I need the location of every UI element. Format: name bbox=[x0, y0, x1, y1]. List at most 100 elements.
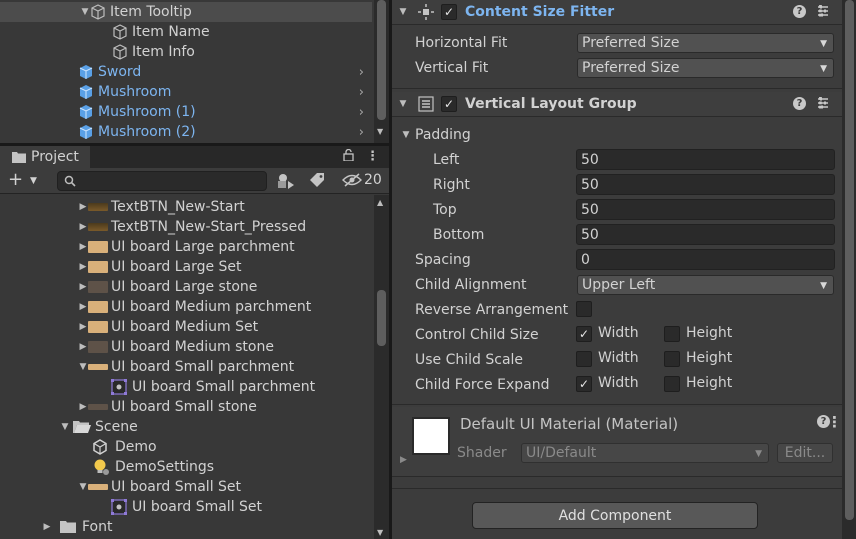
scrollbar-thumb[interactable] bbox=[377, 0, 386, 120]
expand-triangle-icon[interactable]: ▼ bbox=[60, 422, 70, 432]
horizontal-fit-dropdown[interactable]: Preferred Size ▼ bbox=[577, 32, 834, 53]
padding-right-field[interactable]: 50 bbox=[576, 174, 835, 195]
collapse-triangle-icon[interactable]: ▼ bbox=[398, 99, 408, 109]
inspector-scrollbar[interactable] bbox=[842, 0, 856, 539]
list-item[interactable]: ▶ TextBTN_New-Start_Pressed bbox=[0, 217, 372, 237]
control-child-size-label: Control Child Size bbox=[415, 326, 539, 343]
add-component-button[interactable]: Add Component bbox=[472, 502, 758, 529]
use-child-scale-row: Use Child Scale Width Height bbox=[392, 347, 856, 372]
expand-triangle-icon[interactable]: ▼ bbox=[78, 362, 88, 372]
use-child-scale-label: Use Child Scale bbox=[415, 351, 524, 368]
list-item[interactable]: DemoSettings bbox=[0, 457, 372, 477]
list-item[interactable]: ▶ UI board Medium Set bbox=[0, 317, 372, 337]
padding-bottom-field[interactable]: 50 bbox=[576, 224, 835, 245]
spacing-field[interactable]: 0 bbox=[576, 249, 835, 270]
scroll-down-arrow-icon[interactable]: ▼ bbox=[377, 127, 383, 136]
expand-triangle-icon[interactable]: ▶ bbox=[78, 222, 88, 232]
list-item[interactable]: ▶ UI board Small stone bbox=[0, 397, 372, 417]
component-menu-icon[interactable]: ⋮ bbox=[813, 3, 828, 19]
filter-by-type-icon[interactable] bbox=[275, 172, 297, 190]
scroll-up-arrow-icon[interactable]: ▲ bbox=[377, 198, 383, 207]
scrollbar-thumb[interactable] bbox=[845, 0, 854, 520]
expand-triangle-icon[interactable]: ▼ bbox=[78, 482, 88, 492]
expand-triangle-icon[interactable]: ▶ bbox=[78, 322, 88, 332]
hierarchy-row-item-name[interactable]: Item Name bbox=[0, 22, 372, 42]
edit-shader-button[interactable]: Edit... bbox=[777, 443, 833, 463]
padding-top-field[interactable]: 50 bbox=[576, 199, 835, 220]
filter-by-label-icon[interactable] bbox=[306, 172, 328, 190]
create-dropdown-caret-icon[interactable]: ▼ bbox=[30, 176, 37, 186]
content-size-fitter-header[interactable]: ▼ ✓ Content Size Fitter ? ⋮ bbox=[392, 0, 856, 25]
scroll-down-arrow-icon[interactable]: ▼ bbox=[377, 528, 383, 537]
padding-foldout[interactable]: ▼ Padding bbox=[392, 122, 856, 147]
hidden-packages-toggle[interactable]: 20 bbox=[342, 172, 382, 188]
list-item[interactable]: ▼ Scene bbox=[0, 417, 372, 437]
text-button-sprite-icon bbox=[88, 203, 108, 211]
hierarchy-row-item-info[interactable]: Item Info bbox=[0, 42, 372, 62]
material-preview[interactable] bbox=[412, 417, 450, 455]
padding-left-field[interactable]: 50 bbox=[576, 149, 835, 170]
help-icon[interactable]: ? bbox=[793, 96, 806, 110]
chevron-right-icon[interactable]: › bbox=[359, 85, 364, 100]
expand-triangle-icon[interactable]: ▶ bbox=[78, 402, 88, 412]
vertical-layout-group-header[interactable]: ▼ ✓ Vertical Layout Group ? ⋮ bbox=[392, 92, 856, 117]
chevron-right-icon[interactable]: › bbox=[359, 65, 364, 80]
expand-triangle-icon[interactable]: ▶ bbox=[78, 202, 88, 212]
list-item[interactable]: ▼ UI board Small Set bbox=[0, 477, 372, 497]
list-item[interactable]: Demo bbox=[0, 437, 372, 457]
hierarchy-scrollbar[interactable]: ▼ bbox=[374, 0, 389, 143]
material-menu-icon[interactable]: ⋮ bbox=[827, 414, 842, 430]
list-item[interactable]: ▶ UI board Large Set bbox=[0, 257, 372, 277]
child-alignment-dropdown[interactable]: Upper Left ▼ bbox=[577, 274, 834, 295]
expand-triangle-icon[interactable]: ▶ bbox=[42, 522, 52, 532]
control-child-height-checkbox[interactable] bbox=[664, 326, 680, 342]
expand-triangle-icon[interactable]: ▶ bbox=[78, 342, 88, 352]
child-force-expand-width-checkbox[interactable]: ✓ bbox=[576, 376, 592, 392]
padding-triangle-icon[interactable]: ▼ bbox=[401, 130, 411, 140]
reverse-arrangement-checkbox[interactable] bbox=[576, 301, 592, 317]
material-foldout-triangle-icon[interactable]: ▶ bbox=[400, 455, 407, 465]
kebab-menu-icon[interactable]: ⋮ bbox=[366, 149, 379, 164]
prefab-cube-icon bbox=[79, 65, 93, 79]
chevron-right-icon[interactable]: › bbox=[359, 125, 364, 140]
list-item[interactable]: ▶ UI board Medium parchment bbox=[0, 297, 372, 317]
scrollbar-thumb[interactable] bbox=[377, 290, 386, 346]
list-item[interactable]: ▶ Font bbox=[0, 517, 372, 537]
hierarchy-row-mushroom-2[interactable]: Mushroom (2) › bbox=[0, 122, 372, 142]
expand-triangle-icon[interactable]: ▶ bbox=[78, 302, 88, 312]
component-separator bbox=[392, 488, 856, 489]
create-plus-icon[interactable]: + bbox=[8, 171, 23, 189]
component-enabled-checkbox[interactable]: ✓ bbox=[441, 4, 457, 20]
chevron-right-icon[interactable]: › bbox=[359, 105, 364, 120]
shader-dropdown[interactable]: UI/Default ▼ bbox=[521, 443, 769, 463]
control-child-width-checkbox[interactable]: ✓ bbox=[576, 326, 592, 342]
component-enabled-checkbox[interactable]: ✓ bbox=[441, 96, 457, 112]
help-icon[interactable]: ? bbox=[793, 4, 806, 18]
list-item[interactable]: UI board Small parchment bbox=[0, 377, 372, 397]
list-item[interactable]: ▼ UI board Small parchment bbox=[0, 357, 372, 377]
tab-project[interactable]: Project bbox=[0, 146, 90, 168]
expand-triangle-icon[interactable]: ▶ bbox=[78, 242, 88, 252]
component-menu-icon[interactable]: ⋮ bbox=[813, 95, 828, 111]
lock-icon[interactable] bbox=[343, 149, 354, 161]
hierarchy-row-sword[interactable]: Sword › bbox=[0, 62, 372, 82]
hierarchy-row-item-tooltip[interactable]: ▼ Item Tooltip bbox=[0, 2, 372, 22]
list-item[interactable]: ▶ UI board Large parchment bbox=[0, 237, 372, 257]
list-item[interactable]: UI board Small Set bbox=[0, 497, 372, 517]
list-item[interactable]: ▶ TextBTN_New-Start bbox=[0, 197, 372, 217]
hierarchy-row-mushroom[interactable]: Mushroom › bbox=[0, 82, 372, 102]
vertical-fit-dropdown[interactable]: Preferred Size ▼ bbox=[577, 57, 834, 78]
collapse-triangle-icon[interactable]: ▼ bbox=[398, 7, 408, 17]
list-item[interactable]: ▶ UI board Large stone bbox=[0, 277, 372, 297]
expand-triangle-icon[interactable]: ▼ bbox=[80, 7, 90, 17]
search-field[interactable] bbox=[57, 171, 267, 191]
text-button-sprite-icon bbox=[88, 223, 108, 231]
project-scrollbar[interactable]: ▲ ▼ bbox=[374, 195, 389, 539]
hierarchy-row-mushroom-1[interactable]: Mushroom (1) › bbox=[0, 102, 372, 122]
expand-triangle-icon[interactable]: ▶ bbox=[78, 262, 88, 272]
expand-triangle-icon[interactable]: ▶ bbox=[78, 282, 88, 292]
child-force-expand-height-checkbox[interactable] bbox=[664, 376, 680, 392]
list-item[interactable]: ▶ UI board Medium stone bbox=[0, 337, 372, 357]
use-child-scale-height-checkbox[interactable] bbox=[664, 351, 680, 367]
use-child-scale-width-checkbox[interactable] bbox=[576, 351, 592, 367]
